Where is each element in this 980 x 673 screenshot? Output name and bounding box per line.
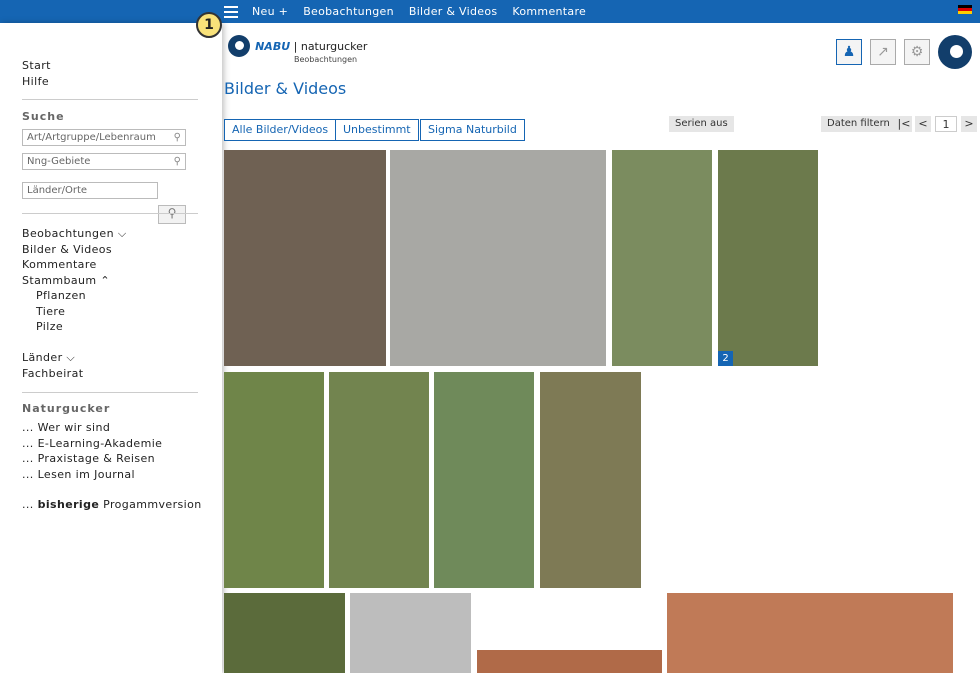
top-navbar: Neu + Beobachtungen Bilder & Videos Komm… <box>0 0 980 23</box>
photo-mushroom[interactable] <box>224 150 386 366</box>
naturgucker-heading: Naturgucker <box>22 402 111 415</box>
nav-beobachtungen[interactable]: Beobachtungen <box>303 5 394 18</box>
search-icon: ⚲ <box>173 156 181 167</box>
filter-sigma-button[interactable]: Sigma Naturbild <box>420 119 525 141</box>
next-page-button[interactable]: > <box>961 116 977 132</box>
toolbar: ♟ ↗ ⚙ <box>836 35 972 69</box>
sidebar-item-pilze[interactable]: Pilze <box>22 319 127 335</box>
divider <box>22 99 198 100</box>
link-wer-wir-sind[interactable]: ... Wer wir sind <box>22 420 162 436</box>
photo-beetle-plant[interactable] <box>434 372 534 588</box>
species-search-input[interactable]: Art/Artgruppe/Lebenraum ⚲ <box>22 129 186 146</box>
first-page-button[interactable]: |< <box>896 116 912 132</box>
users-icon[interactable]: ♟ <box>836 39 862 65</box>
photo-moth-leaves[interactable] <box>329 372 429 588</box>
main-content: NABU | naturgucker Beobachtungen ♟ ↗ ⚙ B… <box>222 23 980 673</box>
photo-grass-butterfly[interactable] <box>224 372 324 588</box>
top-nav: Neu + Beobachtungen Bilder & Videos Komm… <box>252 5 586 18</box>
search-icon: ⚲ <box>173 132 181 143</box>
photo-ant[interactable] <box>390 150 606 366</box>
filter-unbestimmt-button[interactable]: Unbestimmt <box>335 119 419 141</box>
photo-brick-wasp[interactable] <box>667 593 953 673</box>
page-title: Bilder & Videos <box>224 79 347 98</box>
search-heading: Suche <box>22 110 65 123</box>
image-count-badge: 2 <box>718 351 733 366</box>
nabu-logo[interactable]: NABU | naturgucker Beobachtungen <box>228 35 367 64</box>
divider <box>22 213 198 214</box>
area-search-input[interactable]: Nng-Gebiete ⚲ <box>22 153 186 170</box>
sidebar-item-hilfe[interactable]: Hilfe <box>22 74 51 90</box>
filter-data-button[interactable]: Daten filtern <box>821 116 896 132</box>
eye-logo-icon <box>228 35 250 57</box>
sidebar: Start Hilfe Suche Art/Artgruppe/Lebenrau… <box>0 23 222 673</box>
sidebar-item-pflanzen[interactable]: Pflanzen <box>22 288 127 304</box>
user-share-icon[interactable]: ↗ <box>870 39 896 65</box>
photo-grey-wall[interactable] <box>350 593 471 673</box>
country-search-input[interactable]: Länder/Orte <box>22 182 158 199</box>
gear-icon[interactable]: ⚙ <box>904 39 930 65</box>
sidebar-item-bilder-videos[interactable]: Bilder & Videos <box>22 242 127 258</box>
photo-red-berries[interactable] <box>224 593 345 673</box>
nav-bilder-videos[interactable]: Bilder & Videos <box>409 5 498 18</box>
photo-bee-flowers[interactable] <box>612 150 712 366</box>
german-flag-icon[interactable] <box>958 5 972 14</box>
filter-all-button[interactable]: Alle Bilder/Videos <box>224 119 337 141</box>
sidebar-item-start[interactable]: Start <box>22 58 51 74</box>
link-praxistage[interactable]: ... Praxistage & Reisen <box>22 451 162 467</box>
sidebar-item-fachbeirat[interactable]: Fachbeirat <box>22 366 83 382</box>
photo-brick-small[interactable] <box>477 650 662 673</box>
search-button[interactable]: ⚲ <box>158 205 186 224</box>
series-off-button[interactable]: Serien aus <box>669 116 734 132</box>
sidebar-item-stammbaum[interactable]: Stammbaum ⌃ <box>22 273 127 289</box>
hamburger-menu-icon[interactable] <box>224 3 238 19</box>
nav-kommentare[interactable]: Kommentare <box>512 5 586 18</box>
sidebar-item-beobachtungen[interactable]: Beobachtungen ⌵ <box>22 226 127 242</box>
sidebar-item-tiere[interactable]: Tiere <box>22 304 127 320</box>
sidebar-item-kommentare[interactable]: Kommentare <box>22 257 127 273</box>
step-badge: 1 <box>196 12 222 38</box>
naturgucker-eye-icon[interactable] <box>938 35 972 69</box>
divider <box>22 392 198 393</box>
link-journal[interactable]: ... Lesen im Journal <box>22 467 162 483</box>
photo-coneflower[interactable] <box>540 372 641 588</box>
prev-page-button[interactable]: < <box>915 116 931 132</box>
link-e-learning[interactable]: ... E-Learning-Akademie <box>22 436 162 452</box>
link-old-version[interactable]: ... bisherige Progammversion <box>22 497 202 513</box>
page-number[interactable]: 1 <box>935 116 957 132</box>
nav-new[interactable]: Neu + <box>252 5 288 18</box>
photo-blue-butterfly[interactable]: 2 <box>718 150 818 366</box>
sidebar-item-laender[interactable]: Länder ⌵ <box>22 350 83 366</box>
